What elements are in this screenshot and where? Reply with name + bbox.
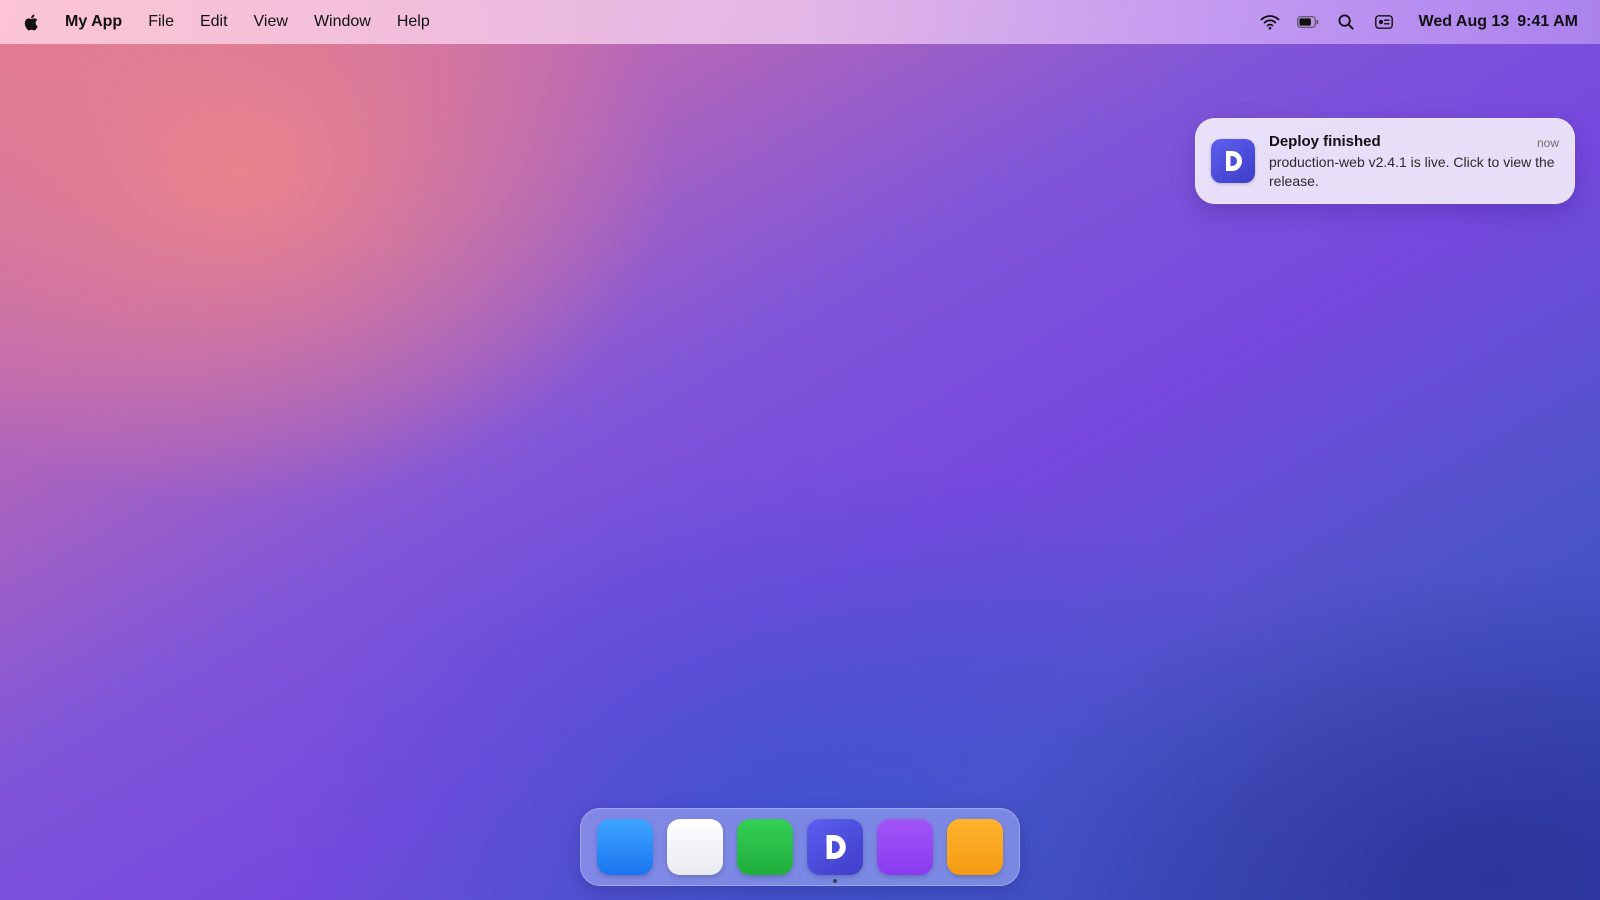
- notification-time: now: [1536, 136, 1559, 150]
- notification-body: production-web v2.4.1 is live. Click to …: [1269, 154, 1555, 189]
- desktop[interactable]: My App File Edit View Window Help Wed Au…: [0, 0, 1600, 900]
- apple-icon[interactable]: [23, 0, 39, 44]
- green-app-icon[interactable]: [737, 819, 793, 875]
- menu-help[interactable]: Help: [384, 0, 443, 44]
- search-icon[interactable]: [1335, 11, 1357, 33]
- menu-bar-status-area: Wed Aug 13 9:41 AM: [1243, 0, 1600, 44]
- clock-date: Wed Aug 13: [1418, 13, 1510, 30]
- clock-time: 9:41 AM: [1517, 13, 1578, 30]
- blue-app-icon[interactable]: [597, 819, 653, 875]
- menu-bar-clock[interactable]: Wed Aug 13 9:41 AM: [1419, 13, 1578, 31]
- notification-banner[interactable]: Deploy finished now production-web v2.4.…: [1195, 118, 1575, 204]
- menu-edit[interactable]: Edit: [187, 0, 241, 44]
- app-logo-icon: [1211, 139, 1255, 183]
- menu-bar-left: My App File Edit View Window Help: [0, 0, 443, 44]
- menu-bar: My App File Edit View Window Help Wed Au…: [0, 0, 1600, 44]
- white-app-icon[interactable]: [667, 819, 723, 875]
- orange-app-icon[interactable]: [947, 819, 1003, 875]
- battery-icon[interactable]: [1296, 11, 1319, 33]
- control-center-icon[interactable]: [1373, 11, 1395, 33]
- purple-app-icon[interactable]: [877, 819, 933, 875]
- menu-window[interactable]: Window: [301, 0, 384, 44]
- menu-app-name[interactable]: My App: [63, 0, 135, 44]
- menu-file[interactable]: File: [135, 0, 187, 44]
- menu-view[interactable]: View: [241, 0, 301, 44]
- wifi-icon[interactable]: [1259, 11, 1281, 33]
- notification-title: Deploy finished: [1269, 133, 1381, 150]
- dock: [580, 808, 1020, 886]
- app-logo-icon[interactable]: [807, 819, 863, 875]
- running-indicator: [833, 879, 837, 883]
